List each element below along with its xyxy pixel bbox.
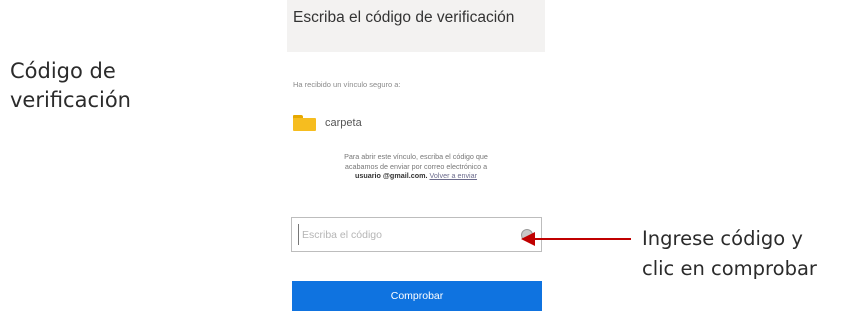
- instructions-line-2: acabamos de enviar por correo electrónic…: [344, 161, 488, 171]
- code-input[interactable]: [298, 224, 502, 245]
- folder-icon: [293, 115, 316, 131]
- side-caption-line-1: Código de: [10, 59, 116, 83]
- verification-panel: Escriba el código de verificación Ha rec…: [287, 0, 545, 311]
- panel-title: Escriba el código de verificación: [293, 9, 515, 26]
- side-caption: Código de verificación: [10, 57, 210, 115]
- hint-caption-line-2: clic en comprobar: [642, 257, 817, 280]
- shared-item: carpeta: [293, 112, 362, 134]
- received-link-text: Ha recibido un vínculo seguro a:: [293, 80, 401, 89]
- tutorial-screenshot: Código de verificación Escriba el código…: [0, 0, 841, 311]
- folder-name: carpeta: [325, 117, 362, 129]
- hint-caption-line-1: Ingrese código y: [642, 227, 803, 250]
- code-input-container: [291, 217, 542, 252]
- annotation-arrow: [521, 232, 631, 246]
- resend-code-link[interactable]: Volver a enviar: [429, 171, 477, 180]
- panel-header: Escriba el código de verificación: [287, 0, 545, 52]
- instructions-text: Para abrir este vínculo, escriba el códi…: [287, 152, 545, 181]
- instructions-line-1: Para abrir este vínculo, escriba el códi…: [344, 152, 488, 161]
- verify-button[interactable]: Comprobar: [292, 281, 542, 311]
- side-caption-line-2: verificación: [10, 88, 131, 112]
- hint-caption: Ingrese código y clic en comprobar: [642, 224, 817, 284]
- recipient-email: usuario @gmail.com.: [354, 171, 428, 180]
- instructions-line-3: usuario @gmail.com. Volver a enviar: [287, 171, 545, 181]
